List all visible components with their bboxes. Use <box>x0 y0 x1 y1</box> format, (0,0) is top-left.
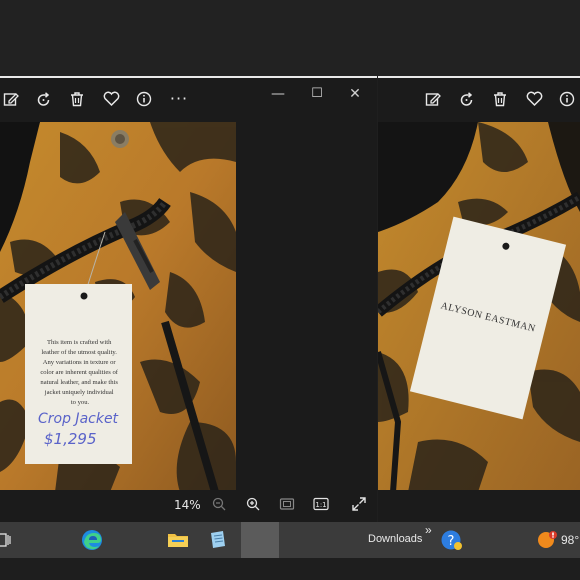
photos-app-taskbar-button[interactable] <box>241 522 279 558</box>
weather-icon[interactable] <box>535 528 559 552</box>
minimize-button[interactable]: — <box>267 84 289 104</box>
full-screen-icon[interactable] <box>350 497 368 515</box>
more-options-button[interactable]: ··· <box>168 90 190 108</box>
photo-statusbar: 14% 1:1 <box>0 490 377 522</box>
tag-line: color are inherent qualities of <box>40 369 118 376</box>
actual-size-icon[interactable]: 1:1 <box>312 497 330 515</box>
heart-icon[interactable] <box>525 90 543 108</box>
photo-brand-tag: ALYSON EASTMAN <box>378 122 580 492</box>
hang-tag: This item is crafted with leather of the… <box>25 284 132 464</box>
rotate-icon[interactable] <box>458 90 476 108</box>
temperature: 98° <box>561 533 580 547</box>
desktop-background <box>0 0 580 76</box>
info-icon[interactable] <box>558 90 576 108</box>
handwritten-item-name: Crop Jacket <box>38 411 119 427</box>
rotate-icon[interactable] <box>35 90 53 108</box>
tag-line: natural leather, and make this <box>40 379 118 386</box>
zoom-level: 14% <box>174 498 201 512</box>
photos-window-left: ··· — ☐ ✕ This item is crafted with leat… <box>0 76 377 522</box>
taskbar: Downloads » ? 98° <box>0 522 580 558</box>
tag-line: leather of the utmost quality. <box>41 349 117 356</box>
edit-image-icon[interactable] <box>2 90 20 108</box>
svg-text:1:1: 1:1 <box>315 501 326 509</box>
fit-to-window-icon[interactable] <box>278 497 296 515</box>
photo-statusbar <box>378 490 580 522</box>
edit-image-icon[interactable] <box>424 90 442 108</box>
info-icon[interactable] <box>135 90 153 108</box>
tag-line: Any variations in texture or <box>43 359 117 366</box>
edge-browser-icon[interactable] <box>80 528 104 552</box>
photo-toolbar: ··· — ☐ ✕ <box>0 78 377 120</box>
close-button[interactable]: ✕ <box>344 84 366 104</box>
photo-toolbar <box>378 78 580 120</box>
bottom-background <box>0 558 580 580</box>
photo-crop-jacket: This item is crafted with leather of the… <box>0 122 236 492</box>
notepad-icon[interactable] <box>206 528 230 552</box>
maximize-button[interactable]: ☐ <box>306 84 328 104</box>
zoom-in-icon[interactable] <box>244 497 262 515</box>
delete-icon[interactable] <box>491 90 509 108</box>
photos-window-right: ALYSON EASTMAN <box>378 76 580 522</box>
tag-line: jacket uniquely individual <box>44 389 114 396</box>
heart-icon[interactable] <box>102 90 120 108</box>
task-view-icon[interactable] <box>0 531 18 555</box>
downloads-label[interactable]: Downloads <box>368 533 422 545</box>
svg-text:This item is crafted with: This item is crafted with leather of the… <box>40 339 119 406</box>
help-icon[interactable]: ? <box>440 528 464 552</box>
file-explorer-icon[interactable] <box>166 528 190 552</box>
delete-icon[interactable] <box>68 90 86 108</box>
overflow-chevron[interactable]: » <box>425 523 432 537</box>
tag-line: This item is crafted with <box>47 339 112 346</box>
zoom-out-icon[interactable] <box>210 497 228 515</box>
desktop: ··· — ☐ ✕ This item is crafted with leat… <box>0 0 580 580</box>
handwritten-price: $1,295 <box>44 430 97 448</box>
tag-line: to you. <box>71 399 90 406</box>
svg-text:?: ? <box>448 534 455 549</box>
